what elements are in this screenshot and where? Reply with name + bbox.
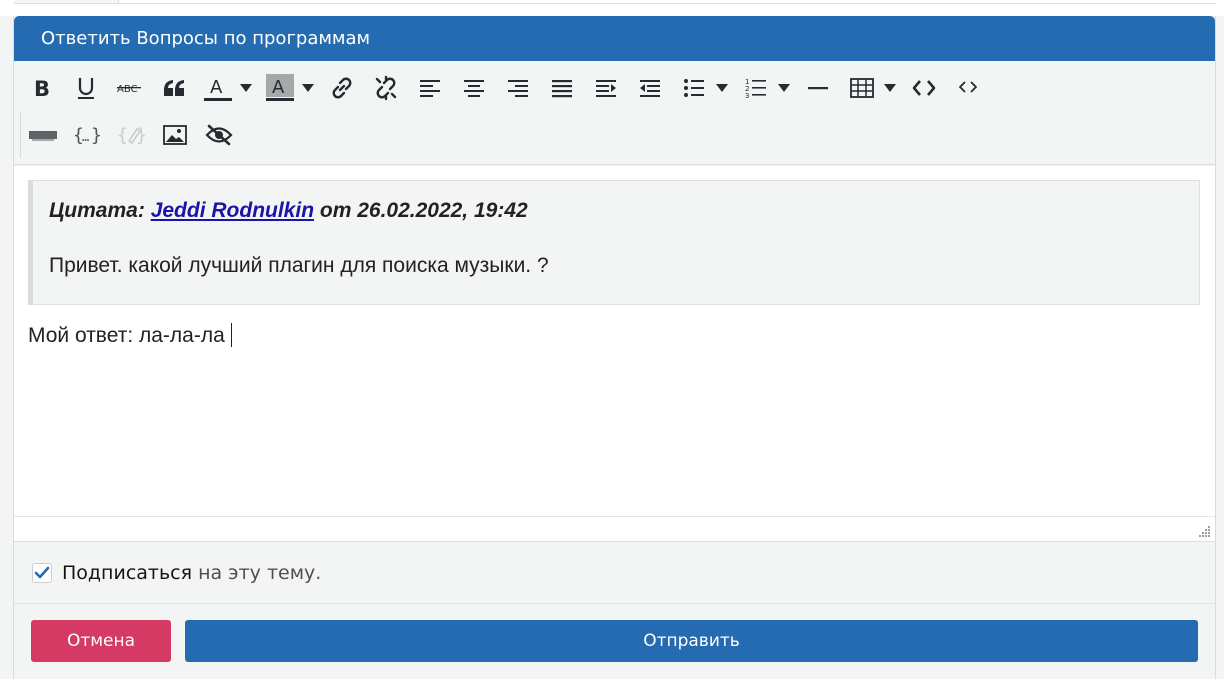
align-center-icon (464, 80, 484, 97)
toolbar-row-2: {…} {} (20, 112, 241, 158)
form-actions: Отмена Отправить (14, 605, 1215, 679)
text-color-dropdown[interactable] (240, 68, 258, 108)
submit-button[interactable]: Отправить (185, 620, 1198, 662)
table-dropdown[interactable] (884, 68, 902, 108)
link-icon (332, 77, 352, 99)
horizontal-rule-button[interactable] (796, 68, 840, 108)
strikethrough-button[interactable]: ABC (108, 68, 152, 108)
strikethrough-icon: ABC (117, 84, 141, 95)
caret-down-icon (240, 84, 252, 92)
svg-text:}: } (91, 125, 101, 146)
text-cursor (230, 323, 232, 347)
quote-label: Цитата: (49, 199, 145, 222)
hide-content-button[interactable] (197, 115, 241, 155)
answer-text[interactable]: Мой ответ: ла-ла-ла (28, 323, 232, 348)
underline-button[interactable] (64, 68, 108, 108)
image-icon (163, 125, 187, 145)
quote-body: Привет. какой лучший плагин для поиска м… (49, 254, 549, 277)
text-color-icon: A (204, 77, 232, 101)
quote-date: от 26.02.2022, 19:42 (319, 199, 528, 222)
bullet-list-icon (684, 79, 704, 97)
align-right-icon (508, 80, 528, 97)
align-left-button[interactable] (408, 68, 452, 108)
answer-text-content: Мой ответ: ла-ла-ла (28, 324, 225, 347)
subscribe-checkbox[interactable] (32, 562, 52, 583)
align-center-button[interactable] (452, 68, 496, 108)
caret-down-icon (716, 84, 728, 92)
bold-icon: B (34, 77, 50, 99)
quote-author-link[interactable]: Jeddi Rodnulkin (151, 199, 314, 222)
code-icon (912, 80, 936, 96)
svg-text:A: A (210, 77, 223, 98)
background-color-dropdown[interactable] (302, 68, 320, 108)
svg-text:{: { (117, 125, 128, 146)
inline-code-icon (959, 81, 977, 93)
source-code-button[interactable] (902, 68, 946, 108)
svg-text:}: } (136, 125, 145, 146)
align-right-button[interactable] (496, 68, 540, 108)
reply-panel: Ответить Вопросы по программам B ABC A A (13, 16, 1216, 679)
bullet-list-button[interactable] (672, 68, 716, 108)
bold-button[interactable]: B (20, 68, 64, 108)
checkmark-icon (34, 566, 50, 578)
curly-braces-icon: {…} (73, 125, 101, 146)
svg-text:B: B (34, 77, 50, 99)
text-color-button[interactable]: A (196, 68, 240, 108)
editor-resize-bar[interactable] (14, 516, 1215, 542)
numbered-list-button[interactable]: 123 (734, 68, 778, 108)
quote-block: Цитата: Jeddi Rodnulkin от 26.02.2022, 1… (28, 180, 1200, 305)
inline-code-button[interactable] (946, 68, 990, 108)
editor-content[interactable]: Цитата: Jeddi Rodnulkin от 26.02.2022, 1… (14, 166, 1215, 516)
editor-toolbar: B ABC A A 1 2 3 {…} { (14, 61, 1215, 165)
align-left-icon (420, 80, 440, 97)
remove-link-button[interactable] (364, 68, 408, 108)
numbered-list-icon: 123 (745, 78, 766, 99)
caret-down-icon (302, 84, 314, 92)
subscribe-label-rest: на эту тему. (198, 561, 322, 584)
cancel-button[interactable]: Отмена (31, 620, 171, 662)
background-color-icon: A (266, 74, 294, 101)
indent-button[interactable] (584, 68, 628, 108)
svg-text:ABC: ABC (117, 84, 138, 95)
horizontal-rule-icon (808, 87, 828, 90)
blockquote-button[interactable] (152, 68, 196, 108)
top-strip (0, 0, 1224, 16)
top-cell-right (118, 0, 1216, 4)
subscribe-label-strong[interactable]: Подписаться (62, 562, 192, 584)
indent-icon (596, 80, 616, 97)
toolbar-row-1: B ABC A A 1 2 3 (20, 65, 990, 111)
spoiler-bar-icon (29, 131, 57, 141)
background-color-button[interactable]: A (258, 68, 302, 108)
bullet-list-dropdown[interactable] (716, 68, 734, 108)
table-button[interactable] (840, 68, 884, 108)
panel-title: Ответить Вопросы по программам (14, 16, 1215, 61)
unlink-icon (375, 75, 397, 101)
svg-text:A: A (272, 77, 285, 98)
insert-link-button[interactable] (320, 68, 364, 108)
caret-down-icon (778, 84, 790, 92)
outdent-button[interactable] (628, 68, 672, 108)
eraser-icon: {} (117, 125, 145, 146)
outdent-icon (640, 80, 660, 97)
align-justify-icon (552, 80, 572, 98)
caret-down-icon (884, 84, 896, 92)
resize-grip-icon[interactable] (1199, 525, 1211, 537)
remove-format-button[interactable]: {} (109, 115, 153, 155)
bbcode-button[interactable]: {…} (65, 115, 109, 155)
spoiler-button[interactable] (21, 115, 65, 155)
subscribe-row: Подписаться на эту тему. (14, 542, 1215, 604)
insert-image-button[interactable] (153, 115, 197, 155)
align-justify-button[interactable] (540, 68, 584, 108)
eye-slash-icon (205, 124, 233, 146)
numbered-list-dropdown[interactable] (778, 68, 796, 108)
quote-icon (164, 80, 184, 96)
table-icon (850, 78, 874, 98)
quote-header: Цитата: Jeddi Rodnulkin от 26.02.2022, 1… (49, 199, 528, 223)
svg-text:3: 3 (745, 92, 749, 99)
svg-text:…: … (82, 130, 89, 144)
underline-icon (78, 78, 94, 99)
top-cell-left (14, 0, 118, 4)
